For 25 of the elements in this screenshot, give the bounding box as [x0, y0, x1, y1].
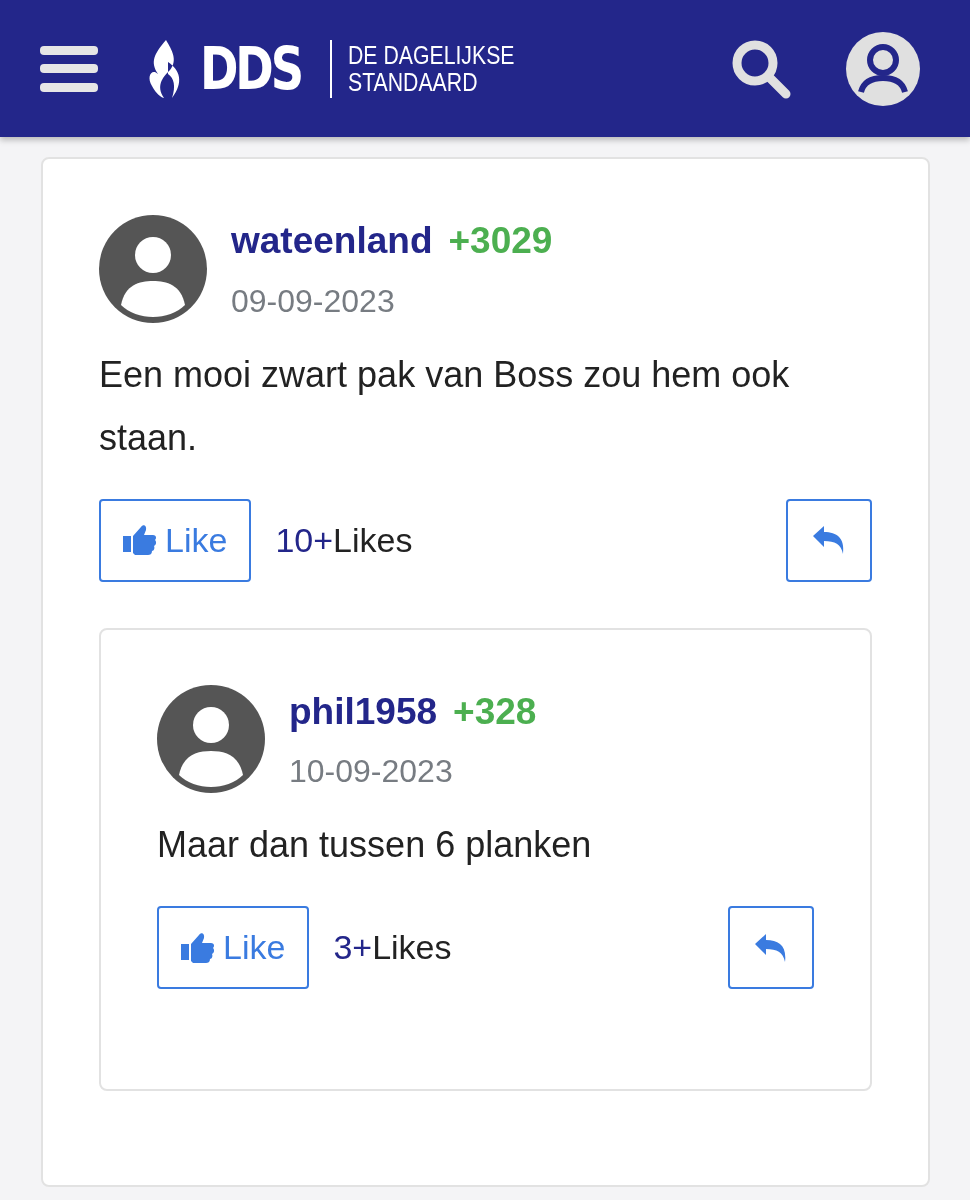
comment-text: Maar dan tussen 6 planken	[157, 823, 593, 867]
user-score: +3029	[448, 219, 553, 263]
likes-label: Likes	[333, 519, 413, 561]
avatar-icon	[99, 214, 207, 323]
reply-button[interactable]	[786, 498, 872, 582]
thumbs-up-icon	[123, 524, 157, 556]
brand-tagline: DE DAGELIJKSE	[348, 42, 515, 69]
username[interactable]: phil1958	[289, 683, 438, 739]
brand-tagline: STANDAARD	[348, 68, 479, 95]
thumbs-up-icon	[181, 931, 215, 964]
comment-text: Een mooi zwart pak van Boss zou hem ook staan.	[99, 352, 791, 460]
like-button[interactable]: Like	[99, 498, 252, 582]
like-button[interactable]: Like	[157, 906, 310, 989]
menu-icon[interactable]	[40, 45, 98, 92]
user-account-icon[interactable]	[846, 31, 920, 106]
user-score: +328	[453, 689, 537, 734]
brand-logo-text[interactable]: DDS	[200, 39, 301, 98]
comment-date: 10-09-2023	[289, 752, 454, 791]
likes-count: 3+	[333, 927, 373, 968]
reply-button[interactable]	[728, 906, 814, 989]
likes-count: 10+	[275, 519, 334, 561]
likes-label: Likes	[372, 927, 452, 968]
comment-date: 09-09-2023	[231, 281, 396, 321]
username[interactable]: wateenland	[231, 213, 433, 269]
avatar-icon	[157, 685, 265, 794]
